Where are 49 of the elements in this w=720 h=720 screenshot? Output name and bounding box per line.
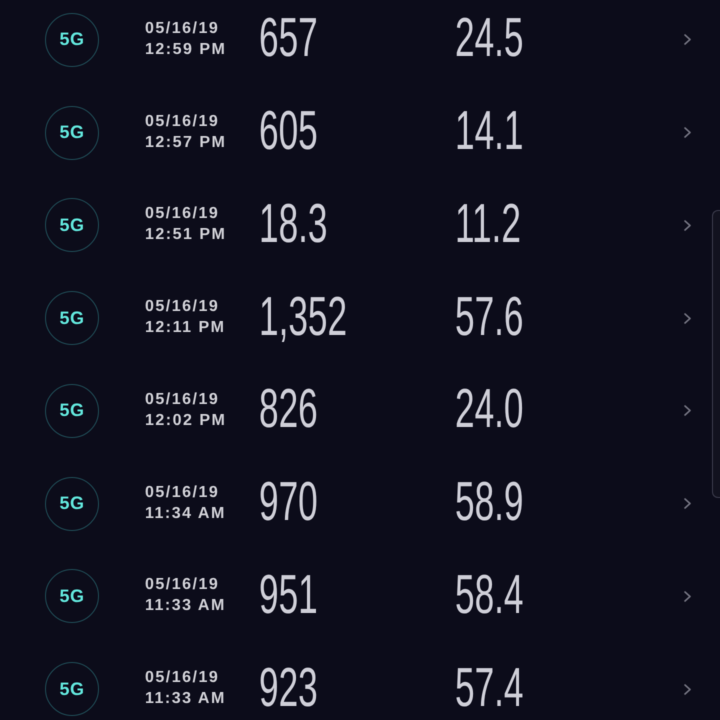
network-type-badge: 5G xyxy=(45,291,99,346)
date-text: 05/16/19 xyxy=(145,390,220,410)
date-text: 05/16/19 xyxy=(145,668,220,688)
upload-speed-value: 11.2 xyxy=(455,196,521,251)
upload-speed-value: 57.4 xyxy=(455,660,524,715)
upload-speed-value: 58.4 xyxy=(455,566,524,622)
download-speed-value: 18.3 xyxy=(259,196,328,251)
chevron-right-icon[interactable] xyxy=(684,220,691,231)
chevron-right-icon[interactable] xyxy=(684,590,691,602)
chevron-right-icon[interactable] xyxy=(684,34,691,46)
time-text: 11:33 AM xyxy=(145,596,227,616)
chevron-right-icon[interactable] xyxy=(684,405,691,416)
upload-speed-value: 57.6 xyxy=(455,288,524,344)
network-type-badge: 5G xyxy=(45,12,99,67)
time-text: 12:02 PM xyxy=(145,410,228,431)
chevron-right-icon[interactable] xyxy=(684,684,691,695)
upload-speed-value: 58.9 xyxy=(455,474,524,530)
download-speed-value: 605 xyxy=(259,103,318,158)
date-text: 05/16/19 xyxy=(145,482,220,503)
chevron-right-icon[interactable] xyxy=(684,498,691,510)
download-speed-value: 657 xyxy=(259,10,318,66)
date-text: 05/16/19 xyxy=(145,297,220,318)
time-text: 12:51 PM xyxy=(145,225,228,246)
download-speed-value: 970 xyxy=(259,474,318,530)
scrollbar-thumb[interactable] xyxy=(712,210,720,498)
network-type-badge: 5G xyxy=(45,384,99,438)
time-text: 11:33 AM xyxy=(145,689,227,710)
download-speed-value: 951 xyxy=(259,566,318,622)
date-text: 05/16/19 xyxy=(145,112,220,132)
network-type-badge: 5G xyxy=(45,476,99,531)
network-type-badge: 5G xyxy=(45,662,99,716)
upload-speed-value: 24.0 xyxy=(455,381,524,436)
time-text: 12:57 PM xyxy=(145,132,228,153)
upload-speed-value: 24.5 xyxy=(455,10,524,66)
date-text: 05/16/19 xyxy=(145,204,220,224)
chevron-right-icon[interactable] xyxy=(684,127,691,138)
date-text: 05/16/19 xyxy=(145,575,220,596)
date-text: 05/16/19 xyxy=(145,18,220,39)
time-text: 11:34 AM xyxy=(145,504,227,524)
chevron-right-icon[interactable] xyxy=(684,312,691,324)
network-type-badge: 5G xyxy=(45,569,99,624)
network-type-badge: 5G xyxy=(45,106,99,160)
upload-speed-value: 14.1 xyxy=(455,103,524,158)
network-type-badge: 5G xyxy=(45,198,99,252)
download-speed-value: 923 xyxy=(259,660,318,715)
download-speed-value: 1,352 xyxy=(259,288,348,344)
time-text: 12:11 PM xyxy=(145,318,226,338)
time-text: 12:59 PM xyxy=(145,40,228,60)
download-speed-value: 826 xyxy=(259,381,318,436)
